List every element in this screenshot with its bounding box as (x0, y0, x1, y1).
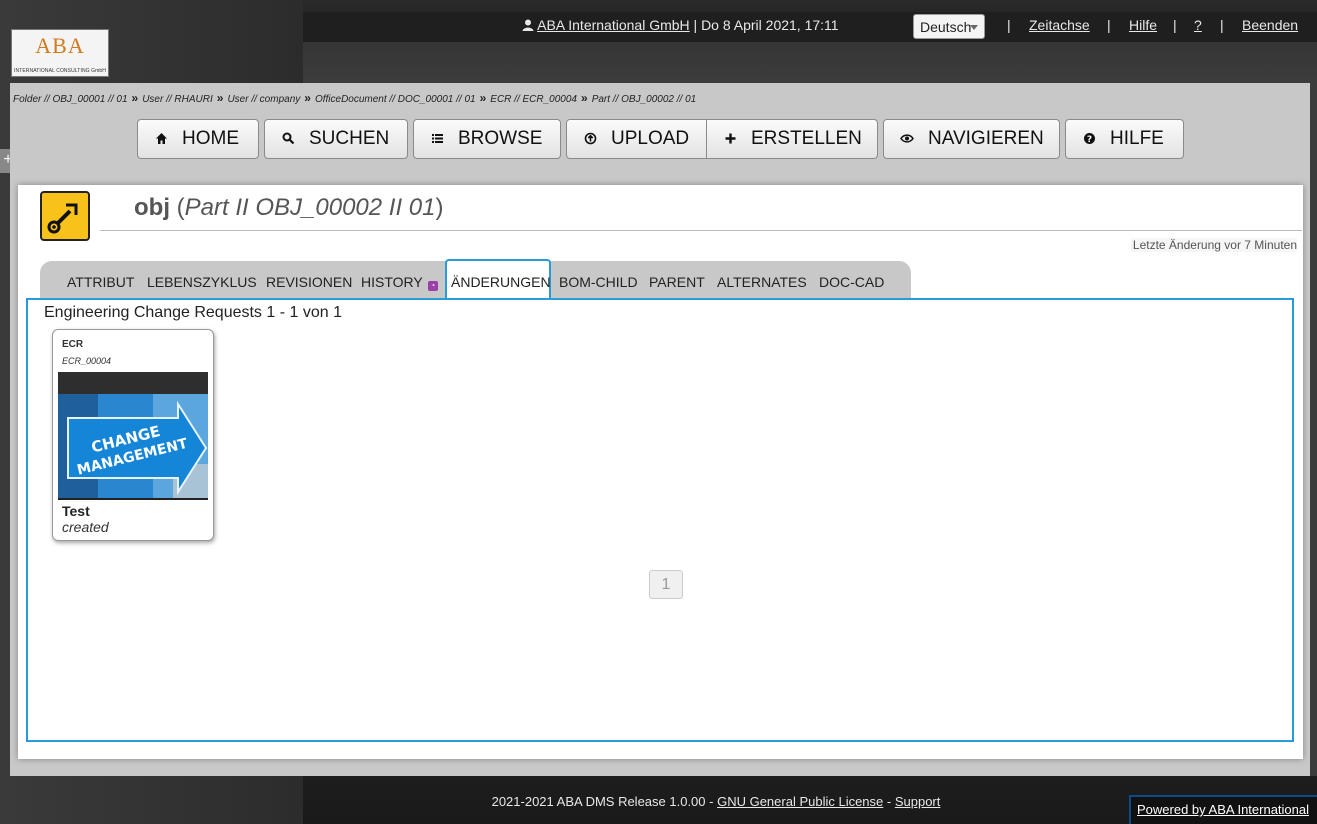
ecr-card-title: Test (62, 503, 90, 519)
ecr-list-heading: Engineering Change Requests 1 - 1 von 1 (44, 304, 342, 321)
breadcrumb-separator-icon: » (131, 91, 139, 105)
question-link[interactable]: ? (1194, 17, 1202, 33)
home-button[interactable]: HOME (137, 119, 259, 159)
search-button[interactable]: SUCHEN (264, 119, 408, 159)
powered-by-link[interactable]: Powered by ABA International (1137, 802, 1309, 817)
ecr-card[interactable]: ECR ECR_00004 CHANGE MANAGEMENT Test cre… (52, 329, 214, 541)
pagination-page[interactable]: 1 (649, 570, 683, 599)
breadcrumb-current: Part // OBJ_00002 // 01 (591, 94, 697, 105)
breadcrumb-separator-icon: » (581, 91, 588, 105)
tab-aenderungen[interactable]: ÄNDERUNGEN (451, 274, 551, 290)
svg-text:?: ? (1086, 135, 1091, 145)
question-circle-icon: ? (1082, 132, 1096, 146)
header-separator: | (1007, 17, 1011, 33)
tab-revisionen[interactable]: REVISIONEN (266, 274, 352, 290)
ecr-card-id: ECR_00004 (62, 356, 112, 366)
breadcrumb-item[interactable]: User // company (227, 94, 300, 105)
page-title: obj (Part II OBJ_00002 II 01) (134, 194, 444, 221)
ecr-card-header-strip (58, 372, 208, 394)
tab-history-label: HISTORY (361, 274, 423, 290)
language-value: Deutsch (920, 19, 972, 35)
powered-by-box: Powered by ABA International (1129, 795, 1317, 824)
search-icon (281, 132, 295, 146)
breadcrumb-separator-icon: » (304, 91, 311, 105)
object-detail: Part II OBJ_00002 II 01 (184, 194, 436, 221)
tab-lebenszyklus[interactable]: LEBENSZYKLUS (147, 274, 257, 290)
breadcrumb: Folder // OBJ_00001 // 01» User // RHAURI… (13, 91, 696, 105)
help-link[interactable]: Hilfe (1129, 17, 1157, 33)
tab-doc-cad[interactable]: DOC-CAD (819, 274, 884, 290)
eye-icon (900, 132, 914, 146)
language-select[interactable]: Deutsch (913, 14, 985, 39)
navigate-button-label: NAVIGIEREN (928, 128, 1044, 149)
upload-button[interactable]: UPLOAD (566, 119, 707, 159)
tab-attribut[interactable]: ATTRIBUT (67, 274, 134, 290)
logo-subtext: INTERNATIONAL CONSULTING GmbH (14, 68, 106, 74)
upload-button-label: UPLOAD (611, 128, 690, 149)
chevron-down-icon (970, 25, 978, 30)
current-datetime: | Do 8 April 2021, 17:11 (689, 17, 839, 33)
support-link[interactable]: Support (895, 794, 941, 809)
header-separator: | (1107, 17, 1111, 33)
header-separator: | (1173, 17, 1177, 33)
browse-button-label: BROWSE (458, 128, 543, 149)
home-icon (154, 132, 168, 146)
breadcrumb-separator-icon: » (216, 91, 224, 105)
tab-panel (26, 298, 1294, 742)
tab-parent[interactable]: PARENT (649, 274, 705, 290)
breadcrumb-separator-icon: » (479, 91, 487, 105)
company-logo[interactable]: ABA INTERNATIONAL CONSULTING GmbH (11, 29, 109, 77)
list-icon (430, 132, 444, 146)
user-icon (522, 17, 537, 33)
footer-release: 2021-2021 ABA DMS Release 1.0.00 - (491, 794, 718, 809)
help-button-label: HILFE (1110, 128, 1164, 149)
part-object-icon (40, 191, 90, 241)
tab-alternates[interactable]: ALTERNATES (717, 274, 807, 290)
tab-bom-child[interactable]: BOM-CHILD (559, 274, 638, 290)
home-button-label: HOME (182, 128, 239, 149)
user-info: ABA International GmbH | Do 8 April 2021… (522, 17, 839, 33)
upload-icon (583, 132, 597, 146)
user-company-link[interactable]: ABA International GmbH (537, 17, 690, 33)
header-separator: | (1220, 17, 1224, 33)
ecr-card-type: ECR (62, 339, 84, 350)
breadcrumb-item[interactable]: User // RHAURI (142, 94, 213, 105)
license-link[interactable]: GNU General Public License (717, 794, 883, 809)
logout-link[interactable]: Beenden (1242, 17, 1298, 33)
tab-history[interactable]: HISTORY ◔ (361, 274, 438, 291)
ecr-card-status: created (62, 519, 109, 535)
breadcrumb-item[interactable]: OfficeDocument // DOC_00001 // 01 (315, 94, 476, 105)
title-divider (100, 230, 1302, 231)
navigate-button[interactable]: NAVIGIEREN (883, 119, 1060, 159)
timeline-link[interactable]: Zeitachse (1029, 17, 1090, 33)
create-button-label: ERSTELLEN (751, 128, 862, 149)
browse-button[interactable]: BROWSE (413, 119, 561, 159)
object-name: obj (134, 194, 170, 221)
breadcrumb-item[interactable]: Folder // OBJ_00001 // 01 (13, 94, 128, 105)
logo-text: ABA (35, 33, 85, 58)
last-change-info: Letzte Änderung vor 7 Minuten (1130, 238, 1297, 252)
footer: 2021-2021 ABA DMS Release 1.0.00 - GNU G… (303, 794, 1129, 810)
rss-icon: ◔ (427, 281, 438, 291)
breadcrumb-item[interactable]: ECR // ECR_00004 (490, 94, 577, 105)
search-button-label: SUCHEN (309, 128, 390, 149)
plus-icon (723, 132, 737, 146)
help-button[interactable]: ? HILFE (1065, 119, 1184, 159)
create-button[interactable]: ERSTELLEN (706, 119, 878, 159)
footer-dash: - (883, 794, 895, 809)
change-management-image: CHANGE MANAGEMENT (58, 394, 208, 500)
